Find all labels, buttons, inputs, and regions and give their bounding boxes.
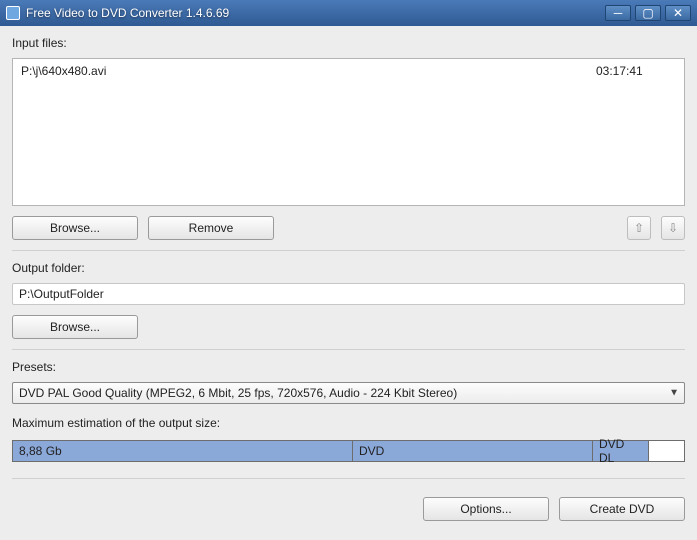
arrow-down-icon: ⇩ bbox=[668, 221, 678, 235]
move-up-button[interactable]: ⇧ bbox=[627, 216, 651, 240]
list-item[interactable]: P:\j\640x480.avi 03:17:41 bbox=[19, 63, 678, 79]
file-duration: 03:17:41 bbox=[596, 64, 676, 78]
close-button[interactable]: ✕ bbox=[665, 5, 691, 21]
window-title: Free Video to DVD Converter 1.4.6.69 bbox=[26, 6, 605, 20]
file-path: P:\j\640x480.avi bbox=[21, 64, 596, 78]
separator bbox=[12, 250, 685, 251]
output-folder-label: Output folder: bbox=[12, 261, 685, 275]
size-estimate-text: 8,88 Gb bbox=[19, 444, 62, 458]
presets-label: Presets: bbox=[12, 360, 685, 374]
size-empty-cell bbox=[649, 441, 684, 461]
size-dvd-cell: DVD bbox=[353, 441, 593, 461]
output-folder-input[interactable] bbox=[12, 283, 685, 305]
app-icon bbox=[6, 6, 20, 20]
separator bbox=[12, 478, 685, 479]
preset-select-wrap: DVD PAL Good Quality (MPEG2, 6 Mbit, 25 … bbox=[12, 382, 685, 404]
size-dvd-dl-cell: DVD DL bbox=[593, 441, 649, 461]
arrow-up-icon: ⇧ bbox=[634, 221, 644, 235]
maximize-icon: ▢ bbox=[642, 7, 653, 19]
dvd-dl-marker-text: DVD DL bbox=[599, 437, 642, 465]
output-size-bar: 8,88 Gb DVD DVD DL bbox=[12, 440, 685, 462]
chevron-down-icon: ▼ bbox=[669, 388, 679, 399]
options-button[interactable]: Options... bbox=[423, 497, 549, 521]
output-button-row: Browse... bbox=[12, 315, 685, 339]
close-icon: ✕ bbox=[673, 7, 683, 19]
preset-selected-text: DVD PAL Good Quality (MPEG2, 6 Mbit, 25 … bbox=[19, 386, 457, 400]
input-files-list[interactable]: P:\j\640x480.avi 03:17:41 bbox=[12, 58, 685, 206]
client-area: Input files: P:\j\640x480.avi 03:17:41 B… bbox=[0, 26, 697, 540]
browse-input-button[interactable]: Browse... bbox=[12, 216, 138, 240]
window-controls: ─ ▢ ✕ bbox=[605, 5, 691, 21]
remove-button[interactable]: Remove bbox=[148, 216, 274, 240]
maximize-button[interactable]: ▢ bbox=[635, 5, 661, 21]
input-files-label: Input files: bbox=[12, 36, 685, 50]
bottom-button-row: Options... Create DVD bbox=[12, 497, 685, 521]
size-estimate-cell: 8,88 Gb bbox=[13, 441, 353, 461]
minimize-icon: ─ bbox=[614, 7, 623, 19]
input-button-row: Browse... Remove ⇧ ⇩ bbox=[12, 216, 685, 240]
title-bar[interactable]: Free Video to DVD Converter 1.4.6.69 ─ ▢… bbox=[0, 0, 697, 26]
preset-select[interactable]: DVD PAL Good Quality (MPEG2, 6 Mbit, 25 … bbox=[12, 382, 685, 404]
max-size-label: Maximum estimation of the output size: bbox=[12, 416, 685, 430]
dvd-marker-text: DVD bbox=[359, 444, 384, 458]
move-down-button[interactable]: ⇩ bbox=[661, 216, 685, 240]
separator bbox=[12, 349, 685, 350]
create-dvd-button[interactable]: Create DVD bbox=[559, 497, 685, 521]
app-window: Free Video to DVD Converter 1.4.6.69 ─ ▢… bbox=[0, 0, 697, 540]
browse-output-button[interactable]: Browse... bbox=[12, 315, 138, 339]
minimize-button[interactable]: ─ bbox=[605, 5, 631, 21]
